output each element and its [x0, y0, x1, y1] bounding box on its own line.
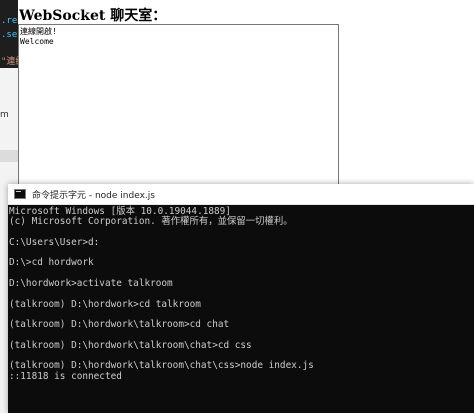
editor-code-area: .rea .sen "連線	[0, 0, 18, 68]
console-line: (c) Microsoft Corporation. 著作權所有，並保留一切權利…	[9, 216, 293, 228]
command-prompt-icon	[14, 189, 26, 199]
console-output[interactable]: Microsoft Windows [版本 10.0.19044.1889] (c…	[8, 205, 474, 382]
console-line: (talkroom) D:\hordwork\talkroom>cd chat	[9, 319, 230, 331]
editor-code-fragment: .sen	[1, 30, 18, 40]
editor-side-band	[0, 150, 18, 162]
command-prompt-window[interactable]: 命令提示字元 - node index.js Microsoft Windows…	[8, 184, 474, 413]
editor-code-fragment: "連線	[1, 57, 18, 67]
chat-message: 連線開啟!	[20, 27, 57, 36]
console-title: 命令提示字元 - node index.js	[32, 191, 155, 201]
chat-message-box[interactable]: 連線開啟! Welcome	[18, 24, 339, 190]
editor-side-label: m	[0, 110, 9, 120]
console-line: (talkroom) D:\hordwork\talkroom\chat>cd …	[9, 339, 252, 351]
console-line: D:\hordwork>activate talkroom	[9, 278, 173, 290]
console-titlebar[interactable]: 命令提示字元 - node index.js	[8, 184, 474, 205]
console-line: C:\Users\User>d:	[9, 236, 100, 248]
page-title: WebSocket 聊天室：	[19, 8, 167, 24]
console-line: ::11818 is connected	[9, 370, 122, 382]
console-line: D:\>cd hordwork	[9, 257, 94, 269]
chat-message: Welcome	[20, 37, 54, 46]
editor-code-fragment: .rea	[1, 16, 18, 26]
console-line: (talkroom) D:\hordwork>cd talkroom	[9, 298, 201, 310]
